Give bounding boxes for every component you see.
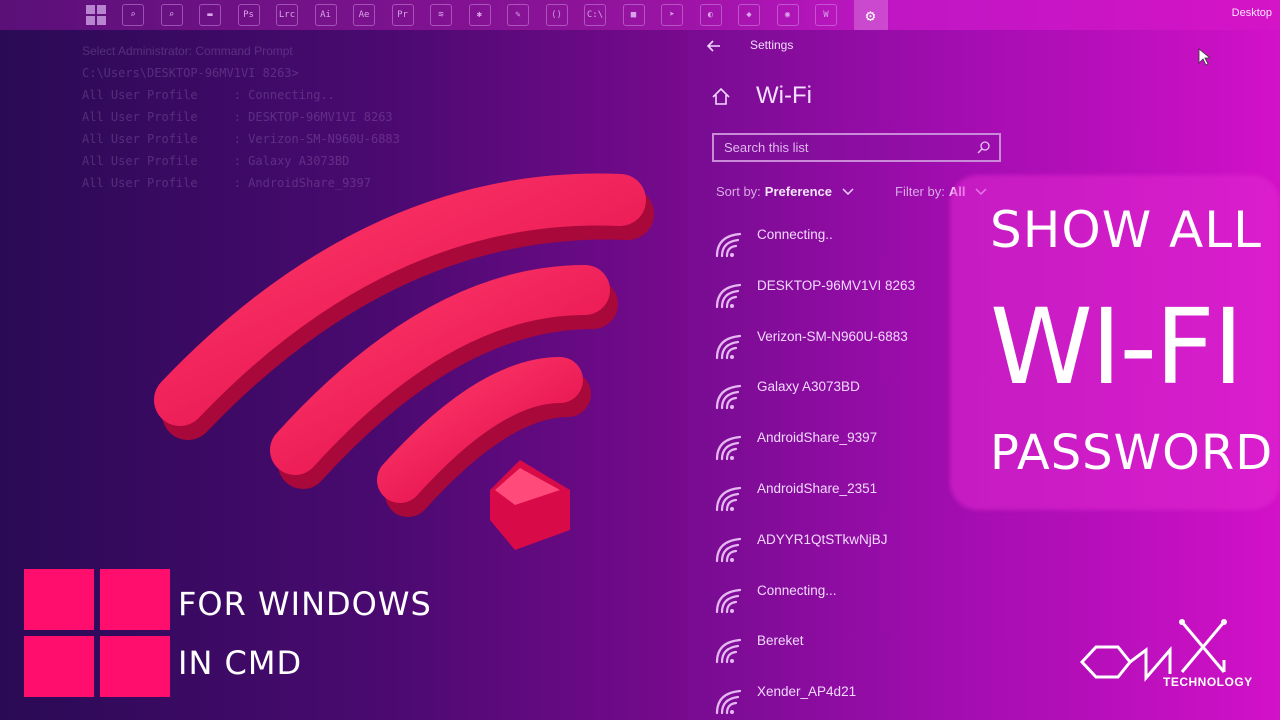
wifi-icon [154,173,654,550]
search-icon[interactable]: ⌕ [122,4,144,26]
network-name: AndroidShare_2351 [757,480,878,496]
settings-title: Settings [750,38,794,52]
windows-start-icon[interactable] [86,5,106,25]
network-name: Connecting.. [757,227,833,242]
network-name: Bereket [757,633,804,649]
network-name: DESKTOP-96MV1VI 8263 [757,277,916,293]
bug-icon[interactable]: ✱ [468,4,491,26]
wifi-signal-icon [714,332,744,362]
search-box[interactable] [712,133,1001,162]
terminal-icon[interactable]: C:\ [584,4,606,26]
vpn-icon[interactable]: ◆ [738,4,760,26]
media-icon[interactable]: ◉ [776,4,799,26]
network-name: ADYYR1QtSTkwNjBJ [757,531,888,547]
folder-icon[interactable]: ▬ [199,4,221,26]
filter-label: Filter by: [895,184,945,199]
network-name: Galaxy A3073BD [757,379,860,395]
network-list: Connecting.. DESKTOP-96MV1VI 8263 Verizon-… [714,223,974,720]
network-list-item[interactable]: DESKTOP-96MV1VI 8263 [714,274,974,325]
back-arrow-icon[interactable] [704,36,724,56]
subline-for-windows: FOR WINDOWS [178,585,432,623]
search-icon-2[interactable]: ⌕ [160,4,183,26]
taskbar: ⌕ ⌕ ▬ Ps Lrc Ai Ae Pr ≋ ✱ ✎ ⟨⟩ C:\ ■ ➤ ◐ ◆ ◉ W ⚙ Desktop [0,0,1280,30]
network-name: Xender_AP4d21 [757,684,857,700]
desktop-label[interactable]: Desktop [1232,7,1272,19]
chat-icon[interactable]: ✎ [507,4,529,26]
page-title: Wi-Fi [756,82,812,109]
wifi-signal-icon [714,687,744,717]
cmd-line: All User Profile : Verizon-SM-N960U-6883 [82,132,400,146]
mouse-cursor-icon [1198,48,1210,66]
search-icon[interactable] [977,140,991,154]
subline-in-cmd: IN CMD [178,644,303,682]
network-name: AndroidShare_9397 [757,430,878,446]
edge-icon[interactable]: ◐ [699,4,722,26]
network-list-item[interactable]: AndroidShare_9397 [714,426,974,477]
wifi-signal-icon [714,636,744,666]
network-list-item[interactable]: Galaxy A3073BD [714,375,974,426]
wifi-signal-icon [714,230,744,260]
network-list-item[interactable]: Connecting.. [714,223,974,274]
chevron-down-icon [842,187,854,195]
lightroom-icon[interactable]: Lrc [276,4,298,26]
premiere-icon[interactable]: Pr [391,4,414,26]
wifi-signal-icon [714,484,744,514]
sort-dropdown[interactable]: Sort by: Preference [716,184,854,199]
search-input[interactable] [724,140,964,155]
cmd-title: Select Administrator: Command Prompt [82,44,293,58]
wifi-signal-icon [714,382,744,412]
after-effects-icon[interactable]: Ae [353,4,375,26]
word-icon[interactable]: W [815,4,837,26]
cmd-line: C:\Users\DESKTOP-96MV1VI 8263> [82,66,299,80]
sort-label: Sort by: [716,184,761,199]
wifi-signal-icon [714,281,744,311]
wifi-signal-icon [714,433,744,463]
network-name: Connecting... [757,582,837,598]
headline-password: PASSWORD [990,425,1274,481]
brand-text: TECHNOLOGY [1163,675,1253,689]
sort-value: Preference [764,184,833,199]
network-list-item[interactable]: Verizon-SM-N960U-6883 [714,325,974,376]
app-icon[interactable]: ≋ [430,4,452,26]
camera-icon[interactable]: ■ [622,4,645,26]
photoshop-icon[interactable]: Ps [237,4,260,26]
cmd-line: All User Profile : Connecting.. [82,88,335,102]
telegram-icon[interactable]: ➤ [661,4,683,26]
network-name: Verizon-SM-N960U-6883 [757,328,908,344]
illustrator-icon[interactable]: Ai [314,4,337,26]
wifi-signal-icon [714,535,744,565]
headline-wifi: WI-FI [990,286,1244,408]
network-list-item[interactable]: ADYYR1QtSTkwNjBJ [714,528,974,579]
wifi-signal-icon [714,586,744,616]
network-list-item[interactable]: AndroidShare_2351 [714,477,974,528]
network-list-item[interactable]: Connecting... [714,579,974,630]
cmd-line: All User Profile : DESKTOP-96MV1VI 8263 [82,110,393,124]
onx-logo-icon [1079,619,1227,683]
settings-gear-icon[interactable]: ⚙ [853,0,888,30]
windows-logo [24,569,170,697]
network-list-item[interactable]: Xender_AP4d21 [714,680,974,720]
network-list-item[interactable]: Bereket [714,629,974,680]
vscode-icon[interactable]: ⟨⟩ [545,4,568,26]
home-icon[interactable] [710,86,732,108]
headline-show-all: SHOW ALL [990,201,1262,259]
